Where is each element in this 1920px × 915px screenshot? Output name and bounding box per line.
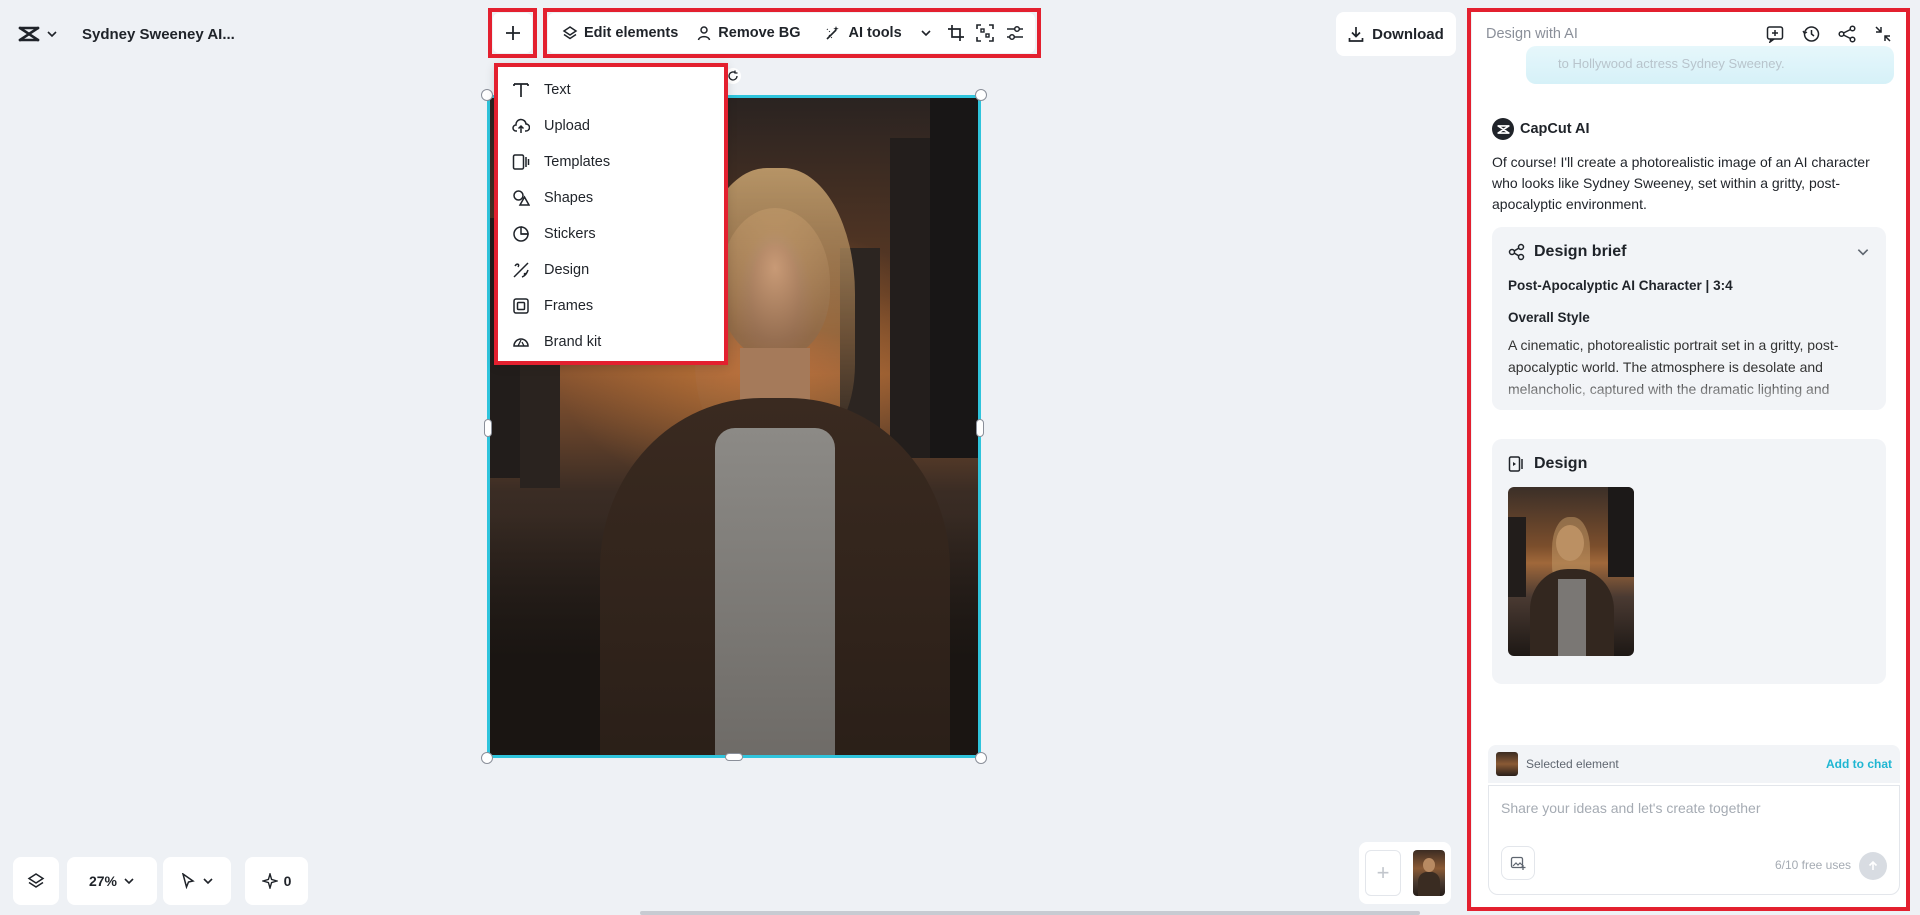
- highlight-toolbar: [543, 8, 1041, 58]
- resize-handle-left[interactable]: [484, 419, 492, 437]
- chevron-down-icon: [46, 28, 58, 40]
- layers-icon: [27, 872, 45, 890]
- page-thumbnails: +: [1359, 842, 1451, 904]
- resize-handle-right[interactable]: [976, 419, 984, 437]
- ai-credits-button[interactable]: 0: [245, 857, 308, 905]
- project-header: Sydney Sweeney AI...: [8, 12, 235, 56]
- pointer-tool-selector[interactable]: [163, 857, 231, 905]
- ai-credits-count: 0: [283, 873, 292, 889]
- rotate-icon: [727, 70, 739, 82]
- chevron-down-icon: [202, 875, 214, 887]
- sparkle-icon: [261, 873, 278, 889]
- resize-handle-br[interactable]: [975, 752, 987, 764]
- resize-handle-bottom[interactable]: [725, 753, 743, 761]
- resize-handle-tr[interactable]: [975, 89, 987, 101]
- cursor-icon: [180, 873, 196, 889]
- layers-button[interactable]: [13, 857, 59, 905]
- highlight-ai-panel: [1467, 8, 1910, 911]
- app-menu-button[interactable]: [8, 25, 68, 43]
- download-label: Download: [1372, 25, 1444, 43]
- capcut-logo-icon: [18, 25, 40, 43]
- resize-handle-bl[interactable]: [481, 752, 493, 764]
- project-title[interactable]: Sydney Sweeney AI...: [82, 26, 235, 43]
- highlight-add-button: [488, 8, 537, 58]
- highlight-add-menu: [494, 63, 728, 365]
- chevron-down-icon: [123, 875, 135, 887]
- download-icon: [1348, 26, 1364, 42]
- plus-icon: +: [1376, 860, 1390, 885]
- zoom-value: 27%: [88, 873, 118, 889]
- resize-handle-tl[interactable]: [481, 89, 493, 101]
- horizontal-scrollbar[interactable]: [640, 911, 1420, 915]
- page-thumbnail[interactable]: [1413, 850, 1445, 896]
- zoom-selector[interactable]: 27%: [67, 857, 157, 905]
- add-page-button[interactable]: +: [1365, 850, 1401, 896]
- download-button[interactable]: Download: [1336, 12, 1456, 56]
